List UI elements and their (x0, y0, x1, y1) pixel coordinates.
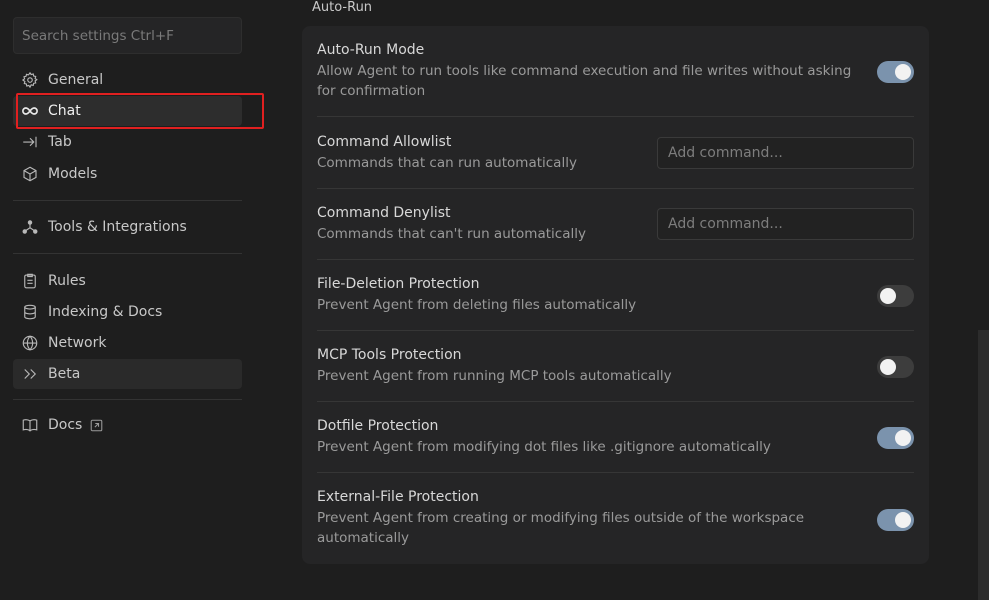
setting-description: Prevent Agent from modifying dot files l… (317, 439, 771, 455)
file-deletion-protection-toggle[interactable] (877, 285, 914, 307)
sidebar-item-tools-integrations[interactable]: Tools & Integrations (13, 212, 242, 242)
setting-title: Auto-Run Mode (317, 42, 425, 58)
sidebar-item-beta[interactable]: Beta (13, 359, 242, 389)
setting-title: MCP Tools Protection (317, 347, 462, 363)
sidebar-item-chat[interactable]: Chat (13, 96, 242, 126)
arrow-right-bar-icon (21, 133, 39, 151)
mcp-tools-protection-toggle[interactable] (877, 356, 914, 378)
sidebar-divider (13, 253, 242, 254)
toggle-knob (880, 359, 896, 375)
toggle-knob (880, 288, 896, 304)
setting-description: Prevent Agent from running MCP tools aut… (317, 368, 672, 384)
setting-external-file-protection: External-File Protection Prevent Agent f… (317, 489, 914, 548)
setting-description: Allow Agent to run tools like command ex… (317, 63, 852, 99)
vertical-scrollbar[interactable] (978, 330, 989, 600)
toggle-knob (895, 64, 911, 80)
setting-title: File-Deletion Protection (317, 276, 480, 292)
sidebar-item-label: General (48, 72, 104, 88)
setting-description: Prevent Agent from deleting files automa… (317, 297, 637, 313)
sidebar-item-label: Models (48, 166, 98, 182)
globe-icon (21, 334, 39, 352)
sidebar-item-models[interactable]: Models (13, 159, 242, 189)
sidebar-item-label: Tab (48, 134, 72, 150)
clipboard-icon (21, 272, 39, 290)
sidebar-item-rules[interactable]: Rules (13, 266, 242, 296)
row-divider (317, 472, 914, 473)
database-icon (21, 303, 39, 321)
setting-command-denylist: Command Denylist Commands that can't run… (317, 205, 914, 244)
dotfile-protection-toggle[interactable] (877, 427, 914, 449)
infinity-icon (21, 102, 39, 120)
setting-title: Dotfile Protection (317, 418, 439, 434)
sidebar-item-general[interactable]: General (13, 65, 242, 95)
sidebar-item-indexing-docs[interactable]: Indexing & Docs (13, 297, 242, 327)
auto-run-mode-toggle[interactable] (877, 61, 914, 83)
setting-mcp-tools-protection: MCP Tools Protection Prevent Agent from … (317, 347, 914, 386)
double-chevron-icon (21, 365, 39, 383)
sidebar-item-label: Tools & Integrations (48, 219, 187, 235)
search-settings-input[interactable] (13, 17, 242, 54)
book-icon (21, 416, 39, 434)
row-divider (317, 330, 914, 331)
sidebar-item-label: Indexing & Docs (48, 304, 163, 320)
command-allowlist-input[interactable] (657, 137, 914, 169)
setting-description: Prevent Agent from creating or modifying… (317, 510, 805, 546)
row-divider (317, 188, 914, 189)
toggle-knob (895, 512, 911, 528)
settings-sidebar: General Chat Tab Models Tools & Integrat… (0, 0, 264, 600)
sidebar-item-label: Docs (48, 417, 83, 433)
sidebar-item-docs[interactable]: Docs (13, 410, 242, 440)
section-title: Auto-Run (312, 0, 373, 15)
sidebar-item-label: Rules (48, 273, 86, 289)
row-divider (317, 259, 914, 260)
command-denylist-input[interactable] (657, 208, 914, 240)
setting-dotfile-protection: Dotfile Protection Prevent Agent from mo… (317, 418, 914, 457)
toggle-knob (895, 430, 911, 446)
setting-file-deletion-protection: File-Deletion Protection Prevent Agent f… (317, 276, 914, 315)
external-link-icon (90, 419, 103, 432)
setting-auto-run-mode: Auto-Run Mode Allow Agent to run tools l… (317, 42, 914, 101)
sidebar-divider (13, 399, 242, 400)
external-file-protection-toggle[interactable] (877, 509, 914, 531)
row-divider (317, 401, 914, 402)
network-nodes-icon (21, 218, 39, 236)
sidebar-item-label: Beta (48, 366, 81, 382)
sidebar-item-label: Network (48, 335, 107, 351)
sidebar-item-network[interactable]: Network (13, 328, 242, 358)
sidebar-item-tab[interactable]: Tab (13, 127, 242, 157)
sidebar-item-label: Chat (48, 103, 81, 119)
gear-icon (21, 71, 39, 89)
setting-title: External-File Protection (317, 489, 479, 505)
auto-run-settings-panel: Auto-Run Mode Allow Agent to run tools l… (302, 26, 929, 564)
cube-icon (21, 165, 39, 183)
row-divider (317, 116, 914, 117)
setting-command-allowlist: Command Allowlist Commands that can run … (317, 134, 914, 173)
sidebar-divider (13, 200, 242, 201)
